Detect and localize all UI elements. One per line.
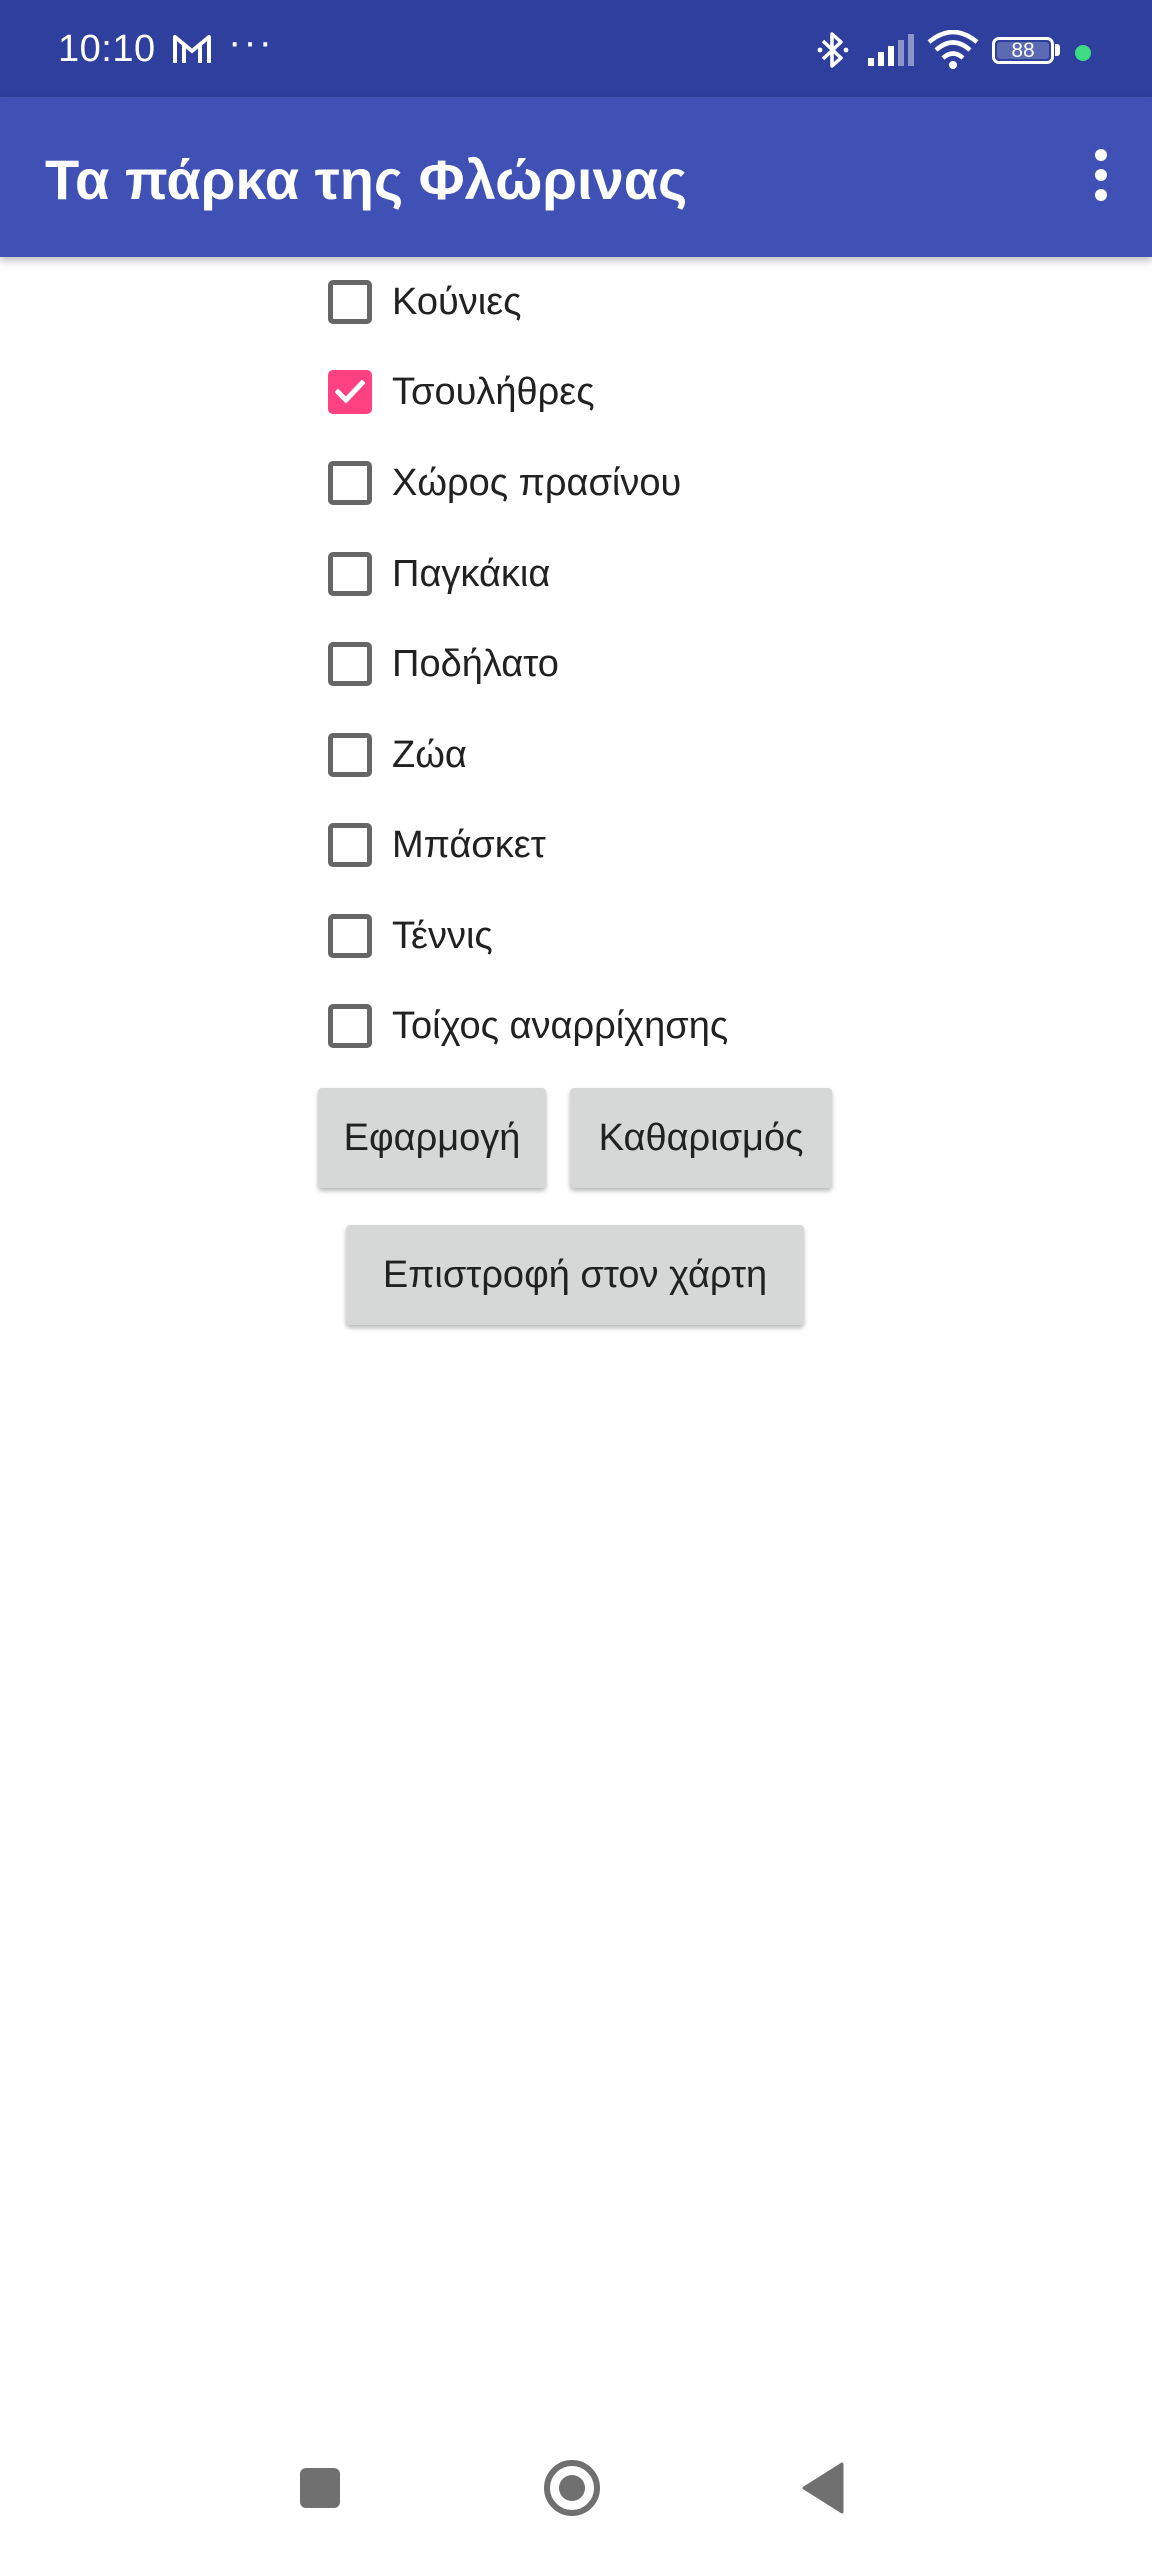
checkbox[interactable]: [328, 642, 372, 686]
battery-tip: [1055, 44, 1060, 56]
checkbox[interactable]: [328, 280, 372, 324]
filter-item-tennis[interactable]: Τέννις: [322, 891, 882, 981]
filter-label: Ζώα: [392, 733, 467, 776]
checkbox[interactable]: [328, 552, 372, 596]
filter-item-podilato[interactable]: Ποδήλατο: [322, 619, 882, 709]
page-title: Τα πάρκα της Φλώρινας: [45, 148, 688, 211]
wifi-icon: [927, 30, 979, 69]
app-bar: Τα πάρκα της Φλώρινας: [0, 97, 1152, 257]
filter-label: Τοίχος αναρρίχησης: [392, 1004, 729, 1047]
checkbox[interactable]: [328, 733, 372, 777]
filter-item-tsoulithres[interactable]: Τσουλήθρες: [322, 347, 882, 437]
recent-apps-icon[interactable]: [300, 2468, 340, 2508]
gmail-icon: [173, 35, 211, 63]
navigation-bar: [0, 2440, 1152, 2560]
privacy-indicator-dot: [1075, 45, 1091, 61]
filter-item-climbing-wall[interactable]: Τοίχος αναρρίχησης: [322, 981, 882, 1071]
checkbox[interactable]: [328, 461, 372, 505]
apply-button[interactable]: Εφαρμογή: [318, 1088, 546, 1188]
status-bar: 10:10 ··· 88: [0, 0, 1152, 97]
status-time: 10:10: [58, 28, 156, 70]
filter-label: Τέννις: [392, 914, 493, 957]
checkbox-checked[interactable]: [328, 370, 372, 414]
filter-label: Χώρος πρασίνου: [392, 461, 682, 504]
filter-label: Κούνιες: [392, 280, 522, 323]
back-icon[interactable]: [800, 2462, 844, 2514]
home-icon[interactable]: [542, 2458, 602, 2518]
battery-icon: 88: [992, 37, 1054, 64]
more-vert-icon[interactable]: [1086, 145, 1116, 209]
checkbox[interactable]: [328, 1004, 372, 1048]
filter-item-zoa[interactable]: Ζώα: [322, 710, 882, 800]
check-icon: [335, 379, 365, 404]
checkbox[interactable]: [328, 823, 372, 867]
filter-label: Παγκάκια: [392, 552, 551, 595]
filter-label: Τσουλήθρες: [392, 370, 595, 413]
bluetooth-icon: [817, 32, 849, 68]
checkbox[interactable]: [328, 914, 372, 958]
clear-button[interactable]: Καθαρισμός: [570, 1088, 832, 1188]
system-status-icons: 88: [752, 0, 1152, 97]
filter-item-basket[interactable]: Μπάσκετ: [322, 800, 882, 890]
more-notifications-icon: ···: [228, 20, 274, 64]
filter-item-kounies[interactable]: Κούνιες: [322, 257, 882, 347]
signal-icon: [868, 34, 914, 66]
filter-item-choros-prasinou[interactable]: Χώρος πρασίνου: [322, 438, 882, 528]
filter-label: Ποδήλατο: [392, 642, 559, 685]
filter-label: Μπάσκετ: [392, 823, 546, 866]
battery-level: 88: [1011, 39, 1035, 62]
back-to-map-button[interactable]: Επιστροφή στον χάρτη: [346, 1225, 804, 1325]
filter-item-pagkakia[interactable]: Παγκάκια: [322, 529, 882, 619]
